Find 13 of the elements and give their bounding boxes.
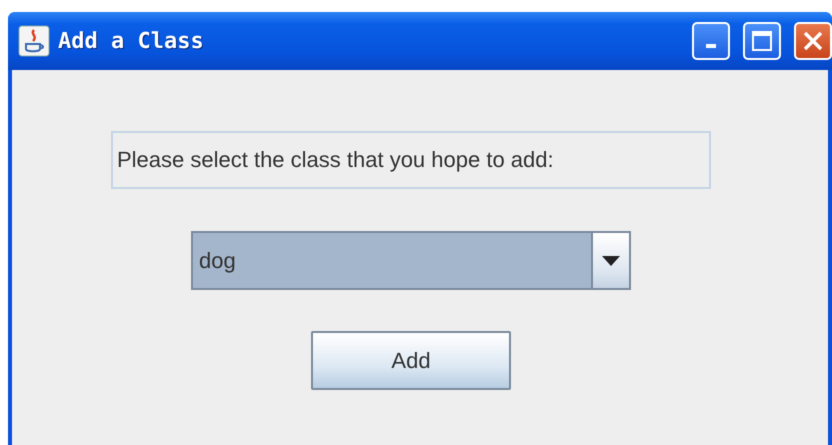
dropdown-arrow-button[interactable] <box>591 233 629 288</box>
window-title: Add a Class <box>58 28 204 54</box>
close-icon <box>802 30 824 52</box>
close-button[interactable] <box>794 22 832 60</box>
maximize-button[interactable] <box>743 22 781 60</box>
prompt-label: Please select the class that you hope to add: <box>111 131 711 189</box>
cup-icon <box>18 25 50 57</box>
maximize-icon <box>751 30 773 52</box>
minimize-icon <box>706 44 716 48</box>
add-button[interactable]: Add <box>311 331 511 390</box>
caret-icon <box>602 256 620 266</box>
minimize-button[interactable] <box>692 22 730 60</box>
class-dropdown[interactable]: dog <box>191 231 631 290</box>
